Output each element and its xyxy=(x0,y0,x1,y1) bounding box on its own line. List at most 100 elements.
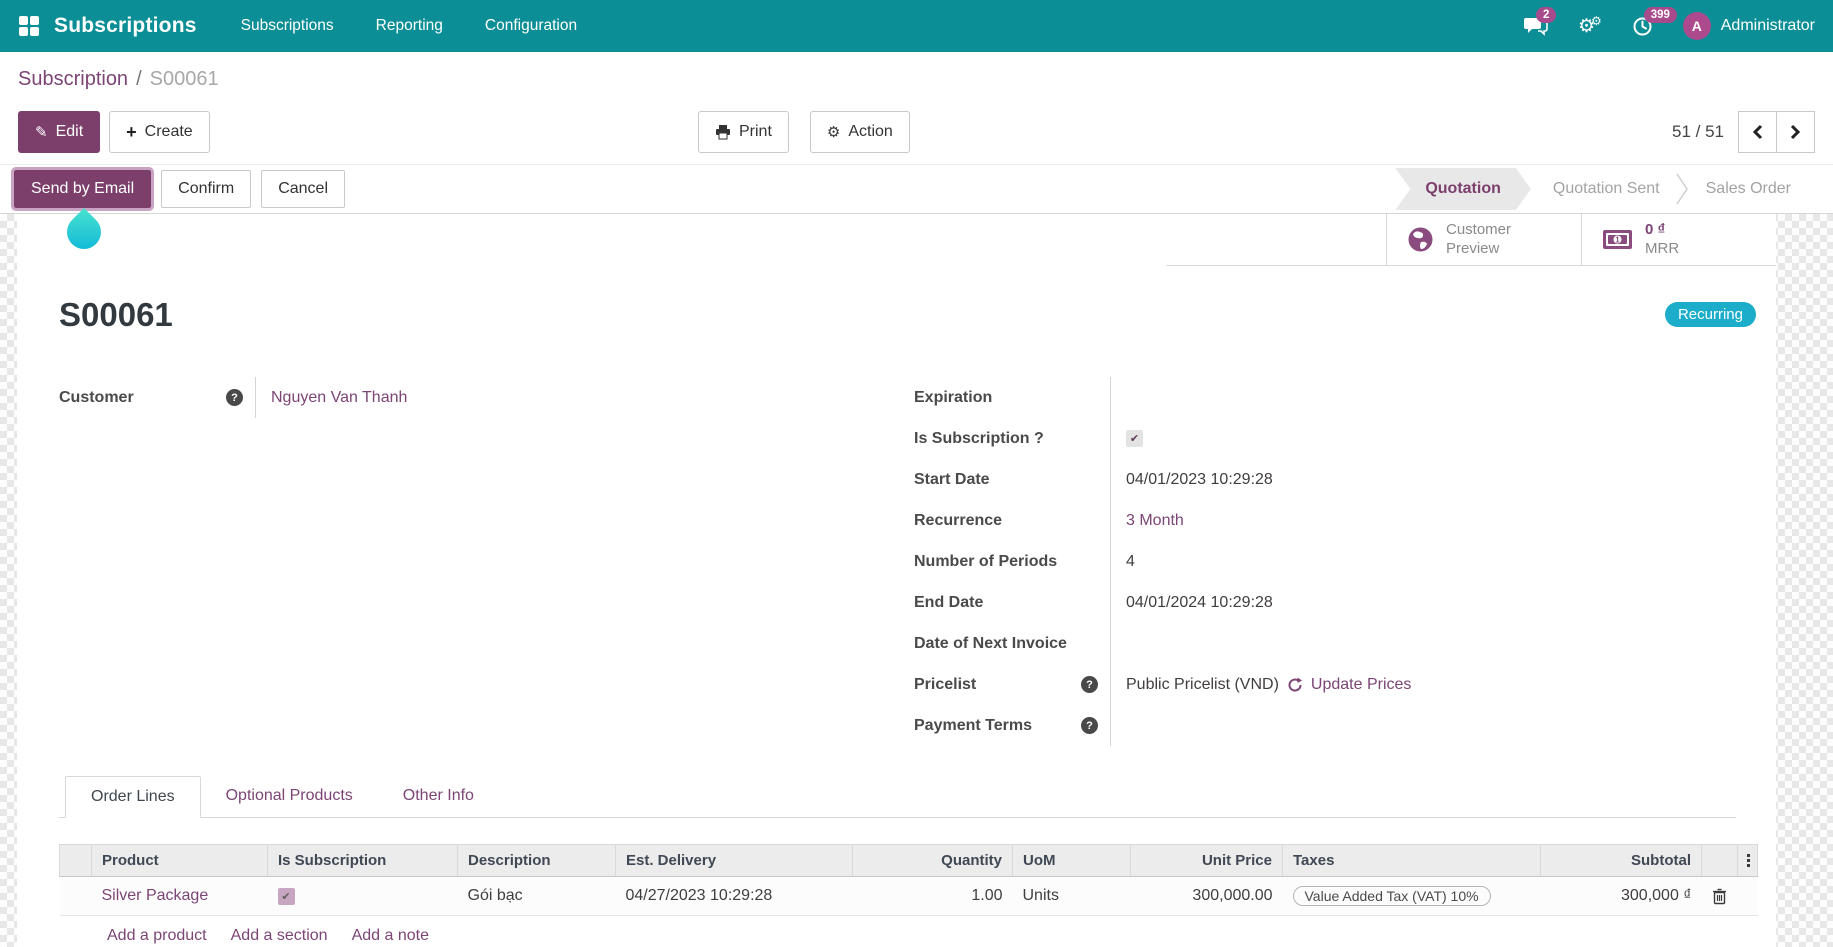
product-link[interactable]: Silver Package xyxy=(102,887,209,904)
description-cell: Gói bạc xyxy=(457,876,616,916)
breadcrumb-separator: / xyxy=(136,67,142,90)
est-delivery-cell: 04/27/2023 10:29:28 xyxy=(615,876,853,916)
mrr-label: MRR xyxy=(1645,239,1680,257)
tax-badge: Value Added Tax (VAT) 10% xyxy=(1292,886,1491,906)
pager-count: 51 / 51 xyxy=(1672,122,1724,141)
recurrence-link[interactable]: 3 Month xyxy=(1126,512,1184,530)
field-expiration: Expiration xyxy=(914,377,1736,418)
user-name: Administrator xyxy=(1720,17,1815,34)
field-groups: Customer ? Nguyen Van Thanh Expiration I… xyxy=(17,377,1776,746)
print-button[interactable]: Print xyxy=(698,111,789,153)
tab-optional-products[interactable]: Optional Products xyxy=(201,776,378,817)
chevron-right-icon xyxy=(1790,124,1801,140)
messages-icon[interactable]: 2 xyxy=(1523,7,1557,36)
trash-column-header xyxy=(1701,844,1738,877)
order-lines-table: Product Is Subscription Description Est.… xyxy=(59,844,1758,945)
edit-button[interactable]: ✎ Edit xyxy=(18,111,101,153)
settings-gears-icon[interactable]: ⚙ ⚙ xyxy=(1578,14,1602,36)
number-of-periods-value: 4 xyxy=(1126,552,1135,570)
menu-configuration[interactable]: Configuration xyxy=(485,17,577,35)
form-sheet: Customer Preview 1 0 ₫ MRR S00061 Recurr… xyxy=(17,214,1776,947)
notebook-tabs: Order Lines Optional Products Other Info xyxy=(59,776,1736,818)
uom-cell: Units xyxy=(1012,876,1131,916)
is-subscription-checkbox[interactable] xyxy=(1126,430,1143,447)
add-a-section-link[interactable]: Add a section xyxy=(231,927,328,945)
send-by-email-button[interactable]: Send by Email xyxy=(10,167,155,211)
customer-preview-smart-button[interactable]: Customer Preview xyxy=(1386,214,1581,265)
field-end-date: End Date 04/01/2024 10:29:28 xyxy=(914,582,1736,623)
add-a-product-link[interactable]: Add a product xyxy=(107,927,207,945)
update-prices-link[interactable]: Update Prices xyxy=(1311,676,1412,694)
mrr-smart-button[interactable]: 1 0 ₫ MRR xyxy=(1581,214,1776,265)
form-statusbar: Send by Email Confirm Cancel Quotation Q… xyxy=(0,164,1833,214)
activities-count-badge: 399 xyxy=(1643,6,1677,23)
breadcrumb-parent[interactable]: Subscription xyxy=(18,68,128,91)
field-pricelist: Pricelist ? Public Pricelist (VND) Updat… xyxy=(914,664,1736,705)
est-delivery-column-header: Est. Delivery xyxy=(615,844,853,877)
start-date-value: 04/01/2023 10:29:28 xyxy=(1126,470,1273,488)
globe-icon xyxy=(1408,227,1433,252)
create-button[interactable]: + Create xyxy=(109,111,210,153)
state-quotation-sent[interactable]: Quotation Sent xyxy=(1531,180,1682,198)
tab-order-lines[interactable]: Order Lines xyxy=(65,776,201,818)
user-menu[interactable]: A Administrator xyxy=(1682,12,1815,40)
record-title: S00061 xyxy=(59,296,173,333)
state-quotation[interactable]: Quotation xyxy=(1395,168,1531,210)
field-customer: Customer ? Nguyen Van Thanh xyxy=(59,377,914,418)
cancel-button[interactable]: Cancel xyxy=(261,170,345,208)
printer-icon xyxy=(716,125,730,140)
quantity-column-header: Quantity xyxy=(852,844,1013,877)
row-is-subscription-checkbox xyxy=(277,887,295,905)
apps-grid-icon[interactable] xyxy=(18,15,40,37)
unit-price-cell: 300,000.00 xyxy=(1130,876,1283,916)
trash-icon[interactable] xyxy=(1712,888,1727,905)
chevron-left-icon xyxy=(1752,124,1763,140)
pager-previous-button[interactable] xyxy=(1738,111,1777,153)
taxes-column-header: Taxes xyxy=(1282,844,1541,877)
tab-other-info[interactable]: Other Info xyxy=(378,776,499,817)
menu-subscriptions[interactable]: Subscriptions xyxy=(241,17,334,35)
unit-price-column-header: Unit Price xyxy=(1130,844,1283,877)
breadcrumb: Subscription / S00061 xyxy=(0,52,1833,100)
mrr-value: 0 ₫ xyxy=(1645,220,1666,238)
add-a-note-link[interactable]: Add a note xyxy=(352,927,429,945)
table-header-row: Product Is Subscription Description Est.… xyxy=(59,844,1758,877)
help-icon: ? xyxy=(226,389,243,406)
row-handle-cell xyxy=(59,876,92,916)
pager-next-button[interactable] xyxy=(1776,111,1815,153)
customer-link[interactable]: Nguyen Van Thanh xyxy=(271,389,407,407)
field-is-subscription: Is Subscription ? xyxy=(914,418,1736,459)
subtotal-cell: 300,000 ₫ xyxy=(1540,876,1702,916)
pencil-icon: ✎ xyxy=(35,124,48,141)
action-button[interactable]: ⚙ Action xyxy=(809,111,910,153)
end-date-value: 04/01/2024 10:29:28 xyxy=(1126,593,1273,611)
is-subscription-column-header: Is Subscription xyxy=(267,844,458,877)
recurring-badge: Recurring xyxy=(1664,302,1756,327)
app-title[interactable]: Subscriptions xyxy=(54,14,197,38)
form-view-background: Customer Preview 1 0 ₫ MRR S00061 Recurr… xyxy=(0,207,1833,947)
svg-text:1: 1 xyxy=(1615,236,1620,245)
optional-columns-toggle[interactable] xyxy=(1737,844,1758,877)
smart-button-box: Customer Preview 1 0 ₫ MRR xyxy=(1166,214,1776,266)
refresh-icon xyxy=(1288,677,1302,692)
menu-reporting[interactable]: Reporting xyxy=(376,17,443,35)
product-column-header: Product xyxy=(91,844,268,877)
field-date-of-next-invoice: Date of Next Invoice xyxy=(914,623,1736,664)
messages-count-badge: 2 xyxy=(1535,7,1557,23)
breadcrumb-current: S00061 xyxy=(149,67,219,90)
confirm-button[interactable]: Confirm xyxy=(161,170,252,208)
field-payment-terms: Payment Terms ? xyxy=(914,705,1736,746)
field-start-date: Start Date 04/01/2023 10:29:28 xyxy=(914,459,1736,500)
pager: 51 / 51 xyxy=(1672,111,1815,153)
help-icon: ? xyxy=(1081,717,1098,734)
control-panel: ✎ Edit + Create Print ⚙ Action 51 / 51 xyxy=(0,100,1833,164)
uom-column-header: UoM xyxy=(1012,844,1131,877)
plus-icon: + xyxy=(126,122,137,142)
description-column-header: Description xyxy=(457,844,616,877)
order-line-row[interactable]: Silver Package Gói bạc 04/27/2023 10:29:… xyxy=(59,876,1758,916)
handle-column-header xyxy=(59,844,92,877)
main-menu: Subscriptions Reporting Configuration xyxy=(241,17,577,35)
activities-clock-icon[interactable]: 399 xyxy=(1632,6,1677,37)
state-sales-order[interactable]: Sales Order xyxy=(1684,180,1813,198)
field-recurrence: Recurrence 3 Month xyxy=(914,500,1736,541)
